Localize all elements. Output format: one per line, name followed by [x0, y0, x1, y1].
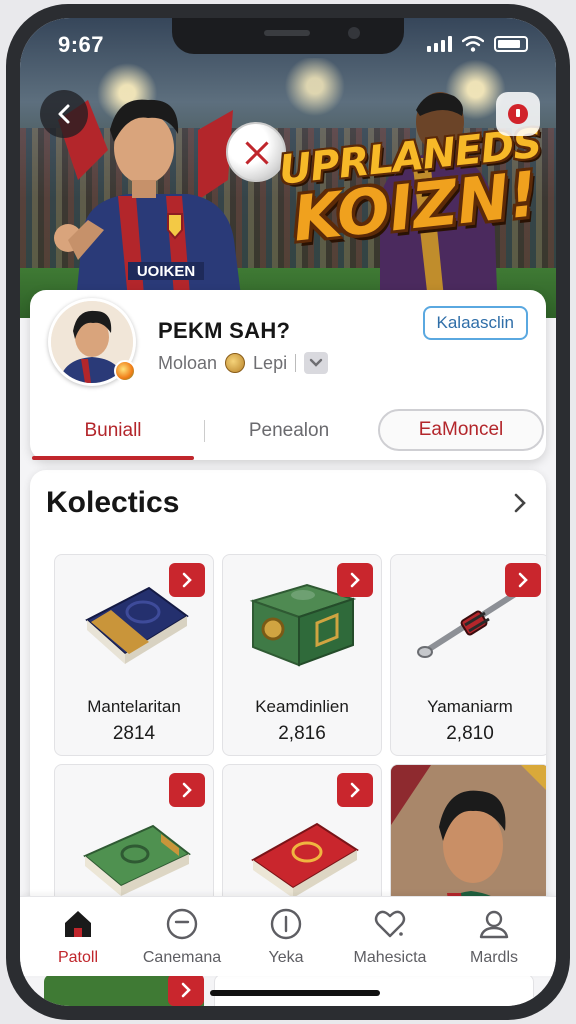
tab-divider: [204, 420, 205, 442]
nav-item-mardls[interactable]: Mardls: [442, 907, 546, 967]
notification-button[interactable]: [496, 92, 540, 136]
collection-card[interactable]: Keamdinlien 2,816: [222, 554, 382, 756]
nav-label: Patoll: [57, 949, 99, 966]
level-badge: [114, 360, 136, 382]
open-item-button[interactable]: [169, 563, 205, 597]
item-name: Mantelaritan: [87, 697, 181, 716]
chevron-left-icon: [58, 104, 70, 124]
open-item-button[interactable]: [169, 773, 205, 807]
item-number: 2,810: [446, 723, 494, 744]
follow-button[interactable]: Kalaasclin: [422, 306, 528, 340]
item-number: 2814: [112, 723, 156, 744]
chevron-right-icon: [182, 782, 192, 798]
meta-value: Lepi: [253, 352, 288, 373]
collection-card[interactable]: [222, 764, 382, 910]
wifi-icon: [462, 36, 484, 52]
nav-item-canemana[interactable]: Canemana: [130, 907, 234, 967]
app-screen: 9:67 UOIKEN UPRLANEDS KOIZN! PEKM SAH? M…: [20, 18, 556, 1006]
see-all-button[interactable]: [508, 488, 532, 518]
tab-buniall[interactable]: Buniall: [32, 406, 194, 456]
alert-icon: [508, 104, 528, 124]
open-item-button[interactable]: [337, 773, 373, 807]
collection-card[interactable]: Mantelaritan 2814: [54, 554, 214, 756]
section-title: Kolectics: [46, 486, 180, 519]
nav-label: Mahesicta: [353, 949, 427, 966]
chevron-right-icon: [181, 982, 191, 998]
heart-icon: [374, 910, 406, 938]
info-circle-icon: [270, 908, 302, 940]
collection-card[interactable]: [54, 764, 214, 910]
coin-icon: [225, 353, 246, 373]
player-name: PEKM SAH?: [158, 318, 291, 343]
green-book-icon: [83, 824, 191, 896]
profile-icon: [479, 910, 509, 939]
home-indicator[interactable]: [210, 990, 380, 996]
red-book-icon: [251, 822, 359, 898]
battery-icon: [494, 36, 528, 52]
player-portrait: [391, 765, 546, 910]
expand-button[interactable]: [304, 352, 329, 374]
chevron-down-icon: [309, 358, 323, 367]
player-meta: Moloan Lepi: [158, 352, 329, 374]
bottom-navigation: Patoll Canemana Yeka Mahesicta Mardls: [20, 896, 556, 976]
nav-label: Mardls: [469, 949, 518, 966]
chevron-right-icon: [350, 572, 360, 588]
back-button[interactable]: [40, 90, 88, 138]
chevron-right-icon: [350, 782, 360, 798]
item-name: Keamdinlien: [255, 697, 349, 716]
meta-label: Moloan: [158, 352, 218, 373]
chevron-right-icon: [182, 572, 192, 588]
peek-card[interactable]: [44, 974, 204, 1006]
open-item-button[interactable]: [337, 563, 373, 597]
item-name: Yamaniarm: [427, 697, 513, 716]
device-notch: [172, 18, 404, 54]
home-icon: [65, 911, 91, 937]
nav-item-mahesicta[interactable]: Mahesicta: [338, 907, 442, 967]
nav-label: Canemana: [142, 949, 222, 966]
jersey-text: UOIKEN: [137, 263, 195, 280]
nav-label: Yeka: [268, 949, 304, 966]
collection-section: Kolectics Mantelaritan 2814 Keamdinlien …: [30, 470, 546, 910]
status-time: 9:67: [58, 32, 105, 57]
collection-card[interactable]: Yamaniarm 2,810: [390, 554, 546, 756]
open-item-button[interactable]: [505, 563, 541, 597]
signal-icon: [427, 36, 452, 52]
tab-penealon[interactable]: Penealon: [208, 406, 370, 456]
chevron-right-icon: [518, 572, 528, 588]
open-item-button[interactable]: [168, 974, 204, 1006]
nav-item-yeka[interactable]: Yeka: [234, 907, 338, 967]
nav-item-patoll[interactable]: Patoll: [26, 907, 130, 967]
meta-divider: [295, 354, 297, 372]
profile-card: PEKM SAH? Moloan Lepi Kalaasclin Buniall…: [30, 290, 546, 460]
profile-tabs: Buniall Penealon EaMoncel: [30, 406, 546, 460]
chevron-right-icon: [514, 493, 526, 513]
minus-circle-icon: [166, 908, 198, 940]
tab-eamoncel[interactable]: EaMoncel: [378, 409, 544, 451]
active-tab-indicator: [32, 456, 194, 460]
phone-frame: 9:67 UOIKEN UPRLANEDS KOIZN! PEKM SAH? M…: [6, 4, 570, 1020]
collection-card[interactable]: [390, 764, 546, 910]
item-number: 2,816: [278, 723, 326, 744]
